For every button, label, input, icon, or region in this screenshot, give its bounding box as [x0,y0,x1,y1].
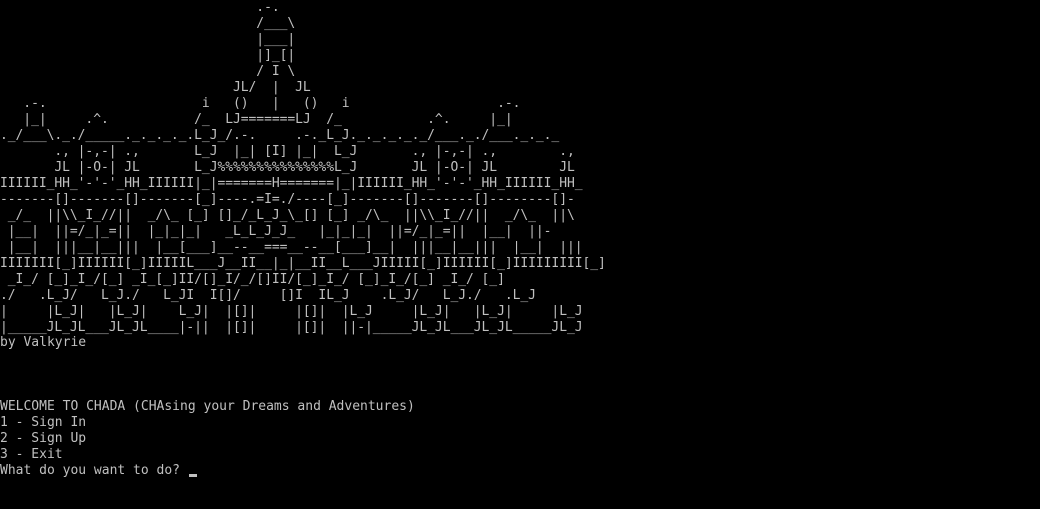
terminal-window[interactable]: .-. /___\ |___| |]_[| / I \ JL/ | JL .-.… [0,0,1040,509]
command-input-line[interactable]: What do you want to do? [0,463,415,479]
menu-option-sign-in: 1 - Sign In [0,415,87,430]
main-menu: WELCOME TO CHADA (CHAsing your Dreams an… [0,399,415,479]
text-cursor-icon [188,474,197,477]
menu-option-sign-up: 2 - Sign Up [0,431,87,446]
welcome-message: WELCOME TO CHADA (CHAsing your Dreams an… [0,399,415,414]
input-prompt: What do you want to do? [0,463,188,478]
author-credit: by Valkyrie [0,335,87,350]
chada-castle-ascii-banner: .-. /___\ |___| |]_[| / I \ JL/ | JL .-.… [0,0,606,335]
menu-option-exit: 3 - Exit [0,447,63,462]
